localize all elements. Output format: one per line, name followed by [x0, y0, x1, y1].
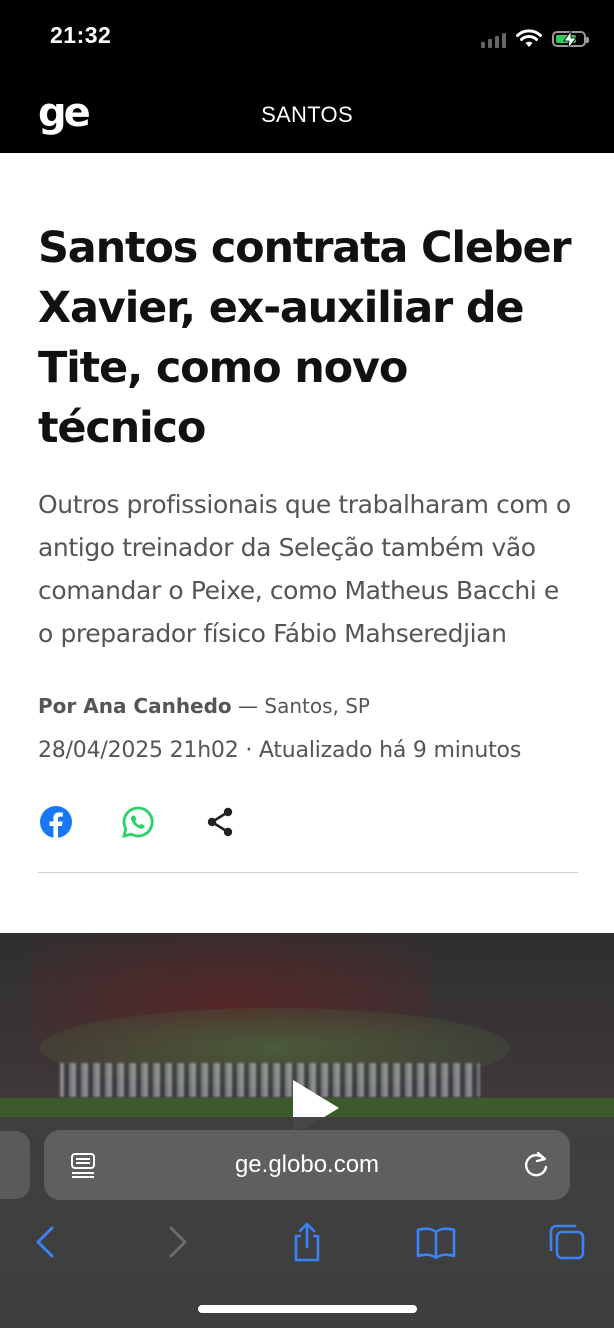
whatsapp-share-button[interactable] — [120, 804, 156, 840]
byline-location: — Santos, SP — [231, 694, 370, 718]
whatsapp-icon — [122, 806, 154, 838]
publish-date: 28/04/2025 21h02 · Atualizado há 9 minut… — [38, 738, 522, 763]
wifi-icon — [516, 29, 542, 47]
bookmarks-button[interactable] — [414, 1220, 458, 1264]
back-button[interactable] — [23, 1220, 67, 1264]
native-share-button[interactable] — [202, 804, 238, 840]
divider — [38, 872, 578, 873]
tabs-button[interactable] — [545, 1220, 589, 1264]
browser-toolbar — [0, 1220, 614, 1266]
article-subtitle: Outros profissionais que trabalharam com… — [38, 490, 571, 648]
back-icon — [36, 1226, 54, 1258]
share-icon — [207, 807, 233, 837]
section-title[interactable]: SANTOS — [0, 102, 614, 128]
facebook-share-button[interactable] — [38, 804, 74, 840]
article: Santos contrata Cleber Xavier, ex-auxili… — [38, 218, 578, 873]
share-row — [38, 804, 578, 840]
byline: Por Ana Canhedo — Santos, SP — [38, 692, 578, 720]
cellular-signal-icon — [481, 30, 506, 48]
previous-tab-preview[interactable] — [0, 1131, 30, 1199]
status-bar: 21:32 — [0, 0, 614, 80]
forward-icon — [169, 1226, 187, 1258]
share-icon — [294, 1222, 320, 1262]
browser-bar: ge.globo.com — [0, 1117, 614, 1328]
facebook-icon — [40, 806, 72, 838]
battery-charging-icon — [552, 31, 589, 49]
share-button[interactable] — [285, 1220, 329, 1264]
video-thumbnail-crowd — [60, 1063, 480, 1097]
site-header: ge SANTOS — [0, 80, 614, 153]
tabs-icon — [549, 1224, 585, 1260]
forward-button[interactable] — [156, 1220, 200, 1264]
url-text[interactable]: ge.globo.com — [44, 1151, 570, 1179]
status-icons — [481, 26, 589, 52]
home-indicator[interactable] — [198, 1305, 417, 1313]
article-headline: Santos contrata Cleber Xavier, ex-auxili… — [38, 223, 572, 453]
byline-author[interactable]: Por Ana Canhedo — [38, 694, 232, 718]
reload-icon[interactable] — [522, 1150, 550, 1180]
address-bar[interactable]: ge.globo.com — [44, 1130, 570, 1200]
bookmarks-icon — [416, 1227, 456, 1259]
status-time: 21:32 — [50, 22, 112, 48]
